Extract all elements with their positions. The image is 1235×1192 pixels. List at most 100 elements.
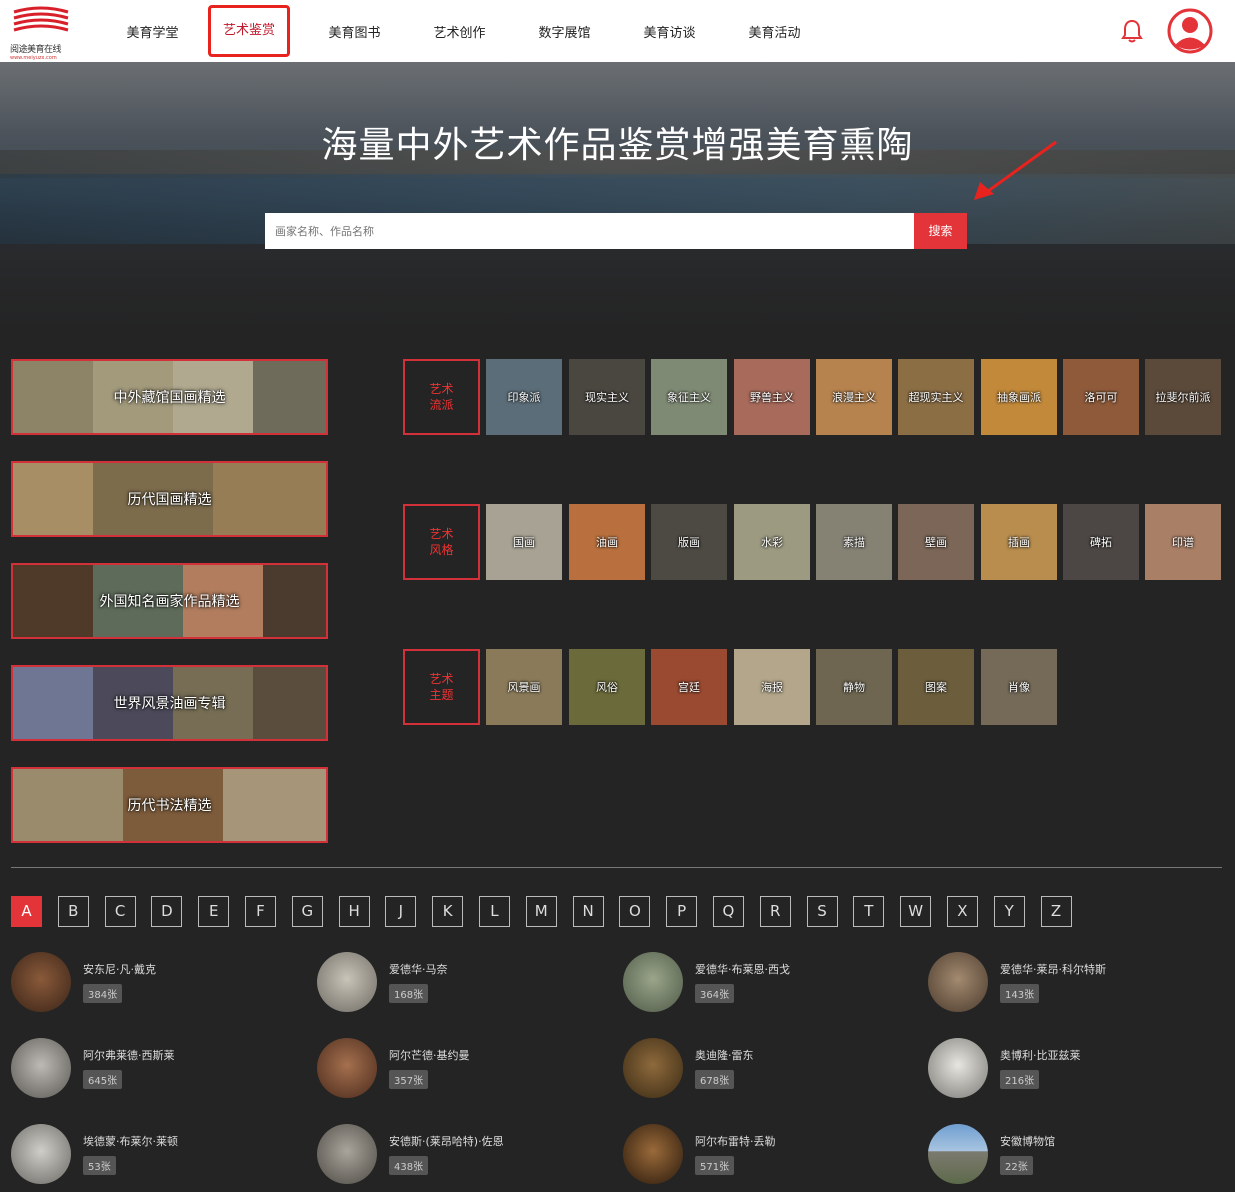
artist-avatar [317,952,377,1012]
letter-O[interactable]: O [619,896,651,927]
letter-K[interactable]: K [432,896,464,927]
artist-count-badge: 571张 [695,1156,735,1175]
letter-E[interactable]: E [198,896,230,927]
user-avatar-icon[interactable] [1167,8,1213,54]
category-head-line: 艺术 [429,527,454,541]
artist-card[interactable]: 阿尔布雷特·丢勒 571张 [623,1124,913,1186]
nav-item-events[interactable]: 美育活动 [722,22,827,41]
main-nav: 美育学堂 艺术鉴赏 美育图书 艺术创作 数字展馆 美育访谈 美育活动 [100,0,827,62]
tile-print[interactable]: 版画 [651,504,727,580]
artist-card[interactable]: 爱德华·布莱恩·西戈 364张 [623,952,913,1014]
artist-card[interactable]: 埃德蒙·布莱尔·莱顿 53张 [11,1124,301,1186]
letter-L[interactable]: L [478,896,510,927]
letter-X[interactable]: X [946,896,978,927]
tile-still-life[interactable]: 静物 [816,649,892,725]
nav-item-interviews[interactable]: 美育访谈 [617,22,722,41]
tile-genre[interactable]: 风俗 [569,649,645,725]
artist-name: 爱德华·布莱恩·西戈 [695,963,790,976]
tile-romanticism[interactable]: 浪漫主义 [816,359,892,435]
tile-pattern[interactable]: 图案 [898,649,974,725]
letter-G[interactable]: G [291,896,323,927]
letter-B[interactable]: B [57,896,89,927]
artist-avatar [623,1124,683,1184]
letter-Q[interactable]: Q [712,896,744,927]
artist-name: 安东尼·凡·戴克 [83,963,156,976]
letter-P[interactable]: P [666,896,698,927]
tile-court[interactable]: 宫廷 [651,649,727,725]
artist-card[interactable]: 奥迪隆·雷东 678张 [623,1038,913,1100]
tile-symbolism[interactable]: 象征主义 [651,359,727,435]
tile-watercolor[interactable]: 水彩 [734,504,810,580]
annotation-arrow-icon [974,140,1057,200]
tile-sketch[interactable]: 素描 [816,504,892,580]
artist-card[interactable]: 阿尔弗莱德·西斯莱 645张 [11,1038,301,1100]
artist-card[interactable]: 爱德华·莱昂·科尔特斯 143张 [928,952,1218,1014]
tile-portrait[interactable]: 肖像 [981,649,1057,725]
artist-name: 爱德华·马奈 [389,963,448,976]
nav-item-meiyu-xuetang[interactable]: 美育学堂 [100,22,205,41]
nav-item-art-creation[interactable]: 艺术创作 [407,22,512,41]
collection-label: 世界风景油画专辑 [113,696,226,712]
collection-label: 历代书法精选 [127,798,212,814]
letter-W[interactable]: W [900,896,932,927]
letter-R[interactable]: R [759,896,791,927]
collection-museum-guohua[interactable]: 中外藏馆国画精选 [11,359,328,435]
tile-abstract[interactable]: 抽象画派 [981,359,1057,435]
letter-A[interactable]: A [11,896,42,927]
tile-fauvism[interactable]: 野兽主义 [734,359,810,435]
search-button[interactable]: 搜索 [914,213,967,249]
artist-card[interactable]: 奥博利·比亚兹莱 216张 [928,1038,1218,1100]
top-navigation-bar: 阅途美育在线 www.meiyuzx.com 美育学堂 艺术鉴赏 美育图书 艺术… [0,0,1235,62]
nav-item-art-appreciation[interactable]: 艺术鉴赏 [208,5,290,57]
tile-surrealism[interactable]: 超现实主义 [898,359,974,435]
bell-icon[interactable] [1120,18,1144,44]
letter-S[interactable]: S [806,896,838,927]
artist-card[interactable]: 安东尼·凡·戴克 384张 [11,952,301,1014]
logo-url: www.meiyuzx.com [10,55,57,61]
letter-T[interactable]: T [853,896,885,927]
artist-card[interactable]: 爱德华·马奈 168张 [317,952,607,1014]
letter-C[interactable]: C [104,896,136,927]
tile-impressionism[interactable]: 印象派 [486,359,562,435]
logo-text: 阅途美育在线 [10,45,62,55]
collection-world-landscape[interactable]: 世界风景油画专辑 [11,665,328,741]
nav-item-digital-gallery[interactable]: 数字展馆 [512,22,617,41]
tile-illustration[interactable]: 插画 [981,504,1057,580]
tile-guohua[interactable]: 国画 [486,504,562,580]
collection-historic-guohua[interactable]: 历代国画精选 [11,461,328,537]
tile-seal-book[interactable]: 印谱 [1145,504,1221,580]
artist-name: 安德斯·(莱昂哈特)·佐恩 [389,1135,504,1148]
artist-card[interactable]: 安德斯·(莱昂哈特)·佐恩 438张 [317,1124,607,1186]
letter-Y[interactable]: Y [993,896,1025,927]
category-head-themes: 艺术 主题 [403,649,480,725]
letter-F[interactable]: F [244,896,276,927]
artist-count-badge: 22张 [1000,1156,1033,1175]
tile-pre-raphaelite[interactable]: 拉斐尔前派 [1145,359,1221,435]
tile-rubbing[interactable]: 碑拓 [1063,504,1139,580]
tile-mural[interactable]: 壁画 [898,504,974,580]
collection-label: 中外藏馆国画精选 [113,390,226,406]
logo-waves-icon [13,6,69,32]
letter-J[interactable]: J [385,896,417,927]
search-input[interactable] [265,213,914,249]
artist-count-badge: 53张 [83,1156,116,1175]
tile-realism[interactable]: 现实主义 [569,359,645,435]
category-head-line: 风格 [429,543,454,557]
site-logo[interactable]: 阅途美育在线 www.meiyuzx.com [10,6,76,61]
letter-N[interactable]: N [572,896,604,927]
letter-Z[interactable]: Z [1040,896,1072,927]
tile-landscape[interactable]: 风景画 [486,649,562,725]
letter-M[interactable]: M [525,896,557,927]
letter-H[interactable]: H [338,896,370,927]
tile-rococo[interactable]: 洛可可 [1063,359,1139,435]
collection-foreign-painters[interactable]: 外国知名画家作品精选 [11,563,328,639]
artist-avatar [928,952,988,1012]
nav-item-books[interactable]: 美育图书 [302,22,407,41]
artist-card[interactable]: 安徽博物馆 22张 [928,1124,1218,1186]
artist-card[interactable]: 阿尔芒德·基约曼 357张 [317,1038,607,1100]
tile-oil[interactable]: 油画 [569,504,645,580]
artist-name: 阿尔弗莱德·西斯莱 [83,1049,175,1062]
tile-poster[interactable]: 海报 [734,649,810,725]
letter-D[interactable]: D [151,896,183,927]
collection-calligraphy[interactable]: 历代书法精选 [11,767,328,843]
